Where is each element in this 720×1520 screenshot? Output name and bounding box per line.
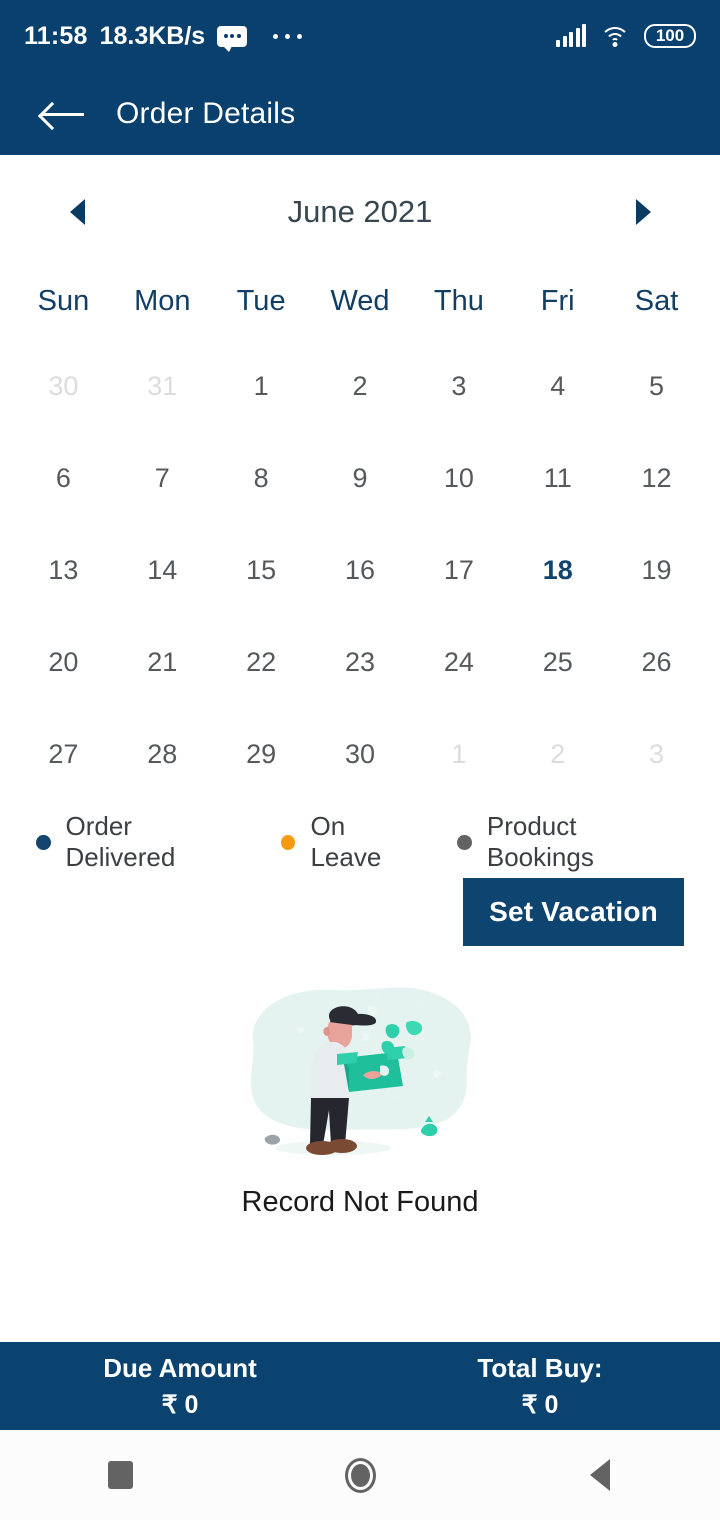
calendar-legend: Order Delivered On Leave Product Bookings bbox=[0, 811, 720, 873]
back-arrow-icon[interactable] bbox=[42, 99, 84, 129]
calendar-day-20[interactable]: 20 bbox=[14, 616, 113, 708]
calendar-day-13[interactable]: 13 bbox=[14, 524, 113, 616]
calendar-day-16[interactable]: 16 bbox=[311, 524, 410, 616]
message-bubble-icon bbox=[217, 25, 248, 52]
legend-label: Order Delivered bbox=[65, 811, 176, 872]
calendar-day-24[interactable]: 24 bbox=[409, 616, 508, 708]
legend-dot-icon bbox=[280, 834, 296, 850]
calendar-day-6[interactable]: 6 bbox=[14, 432, 113, 524]
calendar-day-31: 31 bbox=[147, 370, 178, 401]
status-bar-right: 100 bbox=[556, 24, 696, 48]
calendar-day-7[interactable]: 7 bbox=[113, 432, 212, 524]
calendar-day-25[interactable]: 25 bbox=[508, 616, 607, 708]
total-buy-label: Total Buy: bbox=[477, 1352, 603, 1383]
calendar-day-11[interactable]: 11 bbox=[508, 432, 607, 524]
calendar-month-label: June 2021 bbox=[287, 193, 433, 229]
weekday-label: Wed bbox=[330, 284, 390, 317]
calendar-day-10[interactable]: 10 bbox=[409, 432, 508, 524]
recents-button[interactable] bbox=[75, 1445, 165, 1505]
calendar-day-18[interactable]: 18 bbox=[508, 524, 607, 616]
due-amount-value: ₹ 0 bbox=[161, 1390, 199, 1419]
calendar-day-9[interactable]: 9 bbox=[311, 432, 410, 524]
back-button[interactable] bbox=[555, 1445, 645, 1505]
set-vacation-button[interactable]: Set Vacation bbox=[463, 878, 684, 946]
calendar-day-19[interactable]: 19 bbox=[607, 524, 706, 616]
calendar-weekday-header: Sun Mon Tue Wed Thu Fri Sat bbox=[0, 268, 720, 334]
summary-bar: Due Amount ₹ 0 Total Buy: ₹ 0 bbox=[0, 1342, 720, 1430]
calendar-day-14[interactable]: 14 bbox=[113, 524, 212, 616]
weekday-label: Mon bbox=[134, 284, 191, 317]
legend-item: Order Delivered bbox=[36, 811, 243, 873]
battery-icon: 100 bbox=[644, 24, 696, 48]
calendar-day-26[interactable]: 26 bbox=[607, 616, 706, 708]
status-bar: 11:58 18.3KB/s 100 bbox=[0, 0, 720, 72]
calendar-day-1[interactable]: 1 bbox=[212, 340, 311, 432]
calendar-day-29[interactable]: 29 bbox=[212, 708, 311, 800]
android-nav-bar bbox=[0, 1430, 720, 1520]
weekday-label: Sun bbox=[37, 284, 90, 317]
calendar-day-3[interactable]: 3 bbox=[409, 340, 508, 432]
calendar-day-30: 30 bbox=[48, 370, 79, 401]
calendar-day-8[interactable]: 8 bbox=[212, 432, 311, 524]
signal-icon bbox=[556, 24, 586, 47]
calendar-day-4[interactable]: 4 bbox=[508, 340, 607, 432]
calendar-next-month-button[interactable] bbox=[626, 192, 660, 232]
calendar-day-3: 3 bbox=[649, 738, 665, 769]
legend-item: Product Bookings bbox=[457, 811, 684, 873]
person-with-box-illustration bbox=[250, 987, 471, 1155]
calendar-day-28[interactable]: 28 bbox=[113, 708, 212, 800]
calendar-prev-month-button[interactable] bbox=[60, 192, 94, 232]
calendar-day-grid: 30 31 1 2 3 4 5 6 7 8 9 10 11 12 13 14 15 16 17 18 19 20 21 22 2… bbox=[0, 340, 720, 800]
legend-dot-icon bbox=[36, 834, 51, 850]
empty-state-message: Record Not Found bbox=[241, 1186, 479, 1218]
calendar-day-22[interactable]: 22 bbox=[212, 616, 311, 708]
weekday-label: Fri bbox=[540, 284, 575, 317]
calendar-day-23[interactable]: 23 bbox=[311, 616, 410, 708]
status-time: 11:58 bbox=[24, 21, 88, 50]
calendar-day-17[interactable]: 17 bbox=[409, 524, 508, 616]
legend-item: On Leave bbox=[280, 811, 419, 873]
square-recents-icon bbox=[107, 1461, 133, 1489]
due-amount-label: Due Amount bbox=[103, 1352, 257, 1383]
weekday-label: Thu bbox=[433, 284, 484, 317]
total-buy-value: ₹ 0 bbox=[521, 1390, 559, 1419]
legend-dot-icon bbox=[457, 834, 472, 850]
total-buy-block: Total Buy: ₹ 0 bbox=[360, 1353, 720, 1420]
circle-home-icon bbox=[344, 1457, 376, 1493]
wifi-icon bbox=[600, 25, 630, 47]
chevron-right-icon bbox=[635, 198, 651, 225]
calendar-nav: June 2021 bbox=[0, 155, 720, 268]
status-bar-left: 11:58 18.3KB/s bbox=[24, 21, 303, 52]
weekday-label: Sat bbox=[634, 284, 679, 317]
calendar-day-21[interactable]: 21 bbox=[113, 616, 212, 708]
calendar-day-12[interactable]: 12 bbox=[607, 432, 706, 524]
calendar-day-1: 1 bbox=[451, 738, 467, 769]
content-card: June 2021 Sun Mon Tue Wed Thu Fri Sat 30… bbox=[0, 155, 720, 1342]
calendar-day-5[interactable]: 5 bbox=[607, 340, 706, 432]
calendar-day-2[interactable]: 2 bbox=[311, 340, 410, 432]
legend-label: Product Bookings bbox=[486, 811, 594, 872]
triangle-back-icon bbox=[590, 1459, 610, 1491]
calendar-day-15[interactable]: 15 bbox=[212, 524, 311, 616]
calendar-day-30[interactable]: 30 bbox=[311, 708, 410, 800]
status-network-speed: 18.3KB/s bbox=[99, 21, 206, 50]
calendar-day-2: 2 bbox=[550, 738, 566, 769]
page-title: Order Details bbox=[116, 96, 296, 130]
legend-label: On Leave bbox=[310, 811, 382, 872]
chevron-left-icon bbox=[69, 198, 85, 225]
home-button[interactable] bbox=[315, 1445, 405, 1505]
due-amount-block: Due Amount ₹ 0 bbox=[0, 1353, 360, 1420]
weekday-label: Tue bbox=[236, 284, 286, 317]
overflow-dots-icon bbox=[273, 33, 303, 39]
empty-state: Record Not Found bbox=[0, 970, 720, 1219]
app-bar: Order Details bbox=[0, 72, 720, 155]
calendar-day-27[interactable]: 27 bbox=[14, 708, 113, 800]
vacation-button-row: Set Vacation bbox=[0, 878, 720, 946]
